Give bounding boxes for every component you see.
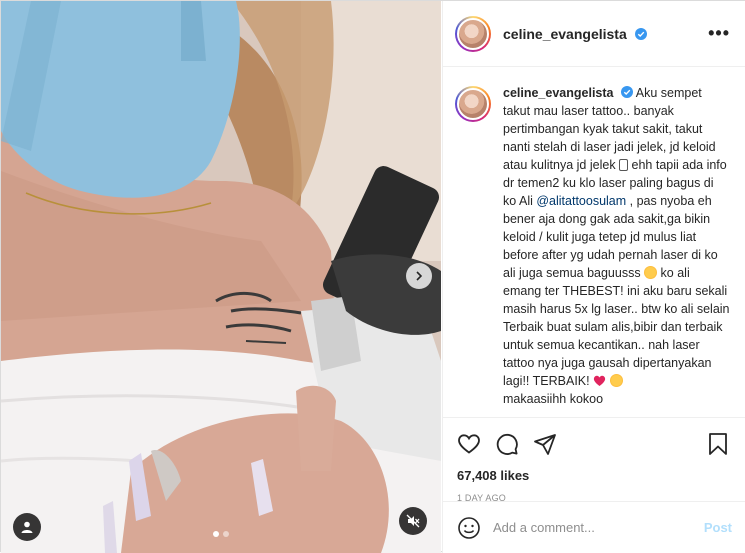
post-actions: 67,408 likes 1 DAY AGO [443,417,745,503]
header-username[interactable]: celine_evangelista [503,26,647,42]
heart-eyes-emoji-icon [644,266,658,279]
chevron-right-icon [416,271,423,281]
more-options-icon[interactable]: ••• [708,23,730,44]
verified-badge-icon [620,86,633,98]
caption-text: celine_evangelista Aku sempet takut mau … [503,84,730,408]
bookmark-icon[interactable] [706,432,730,456]
post-dialog: celine_evangelista ••• celine_evangelist… [0,0,745,553]
verified-badge-icon [634,27,647,40]
next-slide-button[interactable] [406,263,432,289]
avatar[interactable] [455,15,491,52]
caption-segment: ko ali emang ter THEBEST! ini aku baru s… [503,266,730,388]
caption-avatar[interactable] [455,86,491,122]
likes-count[interactable]: 67,408 likes [457,468,730,483]
add-comment-bar: Post [443,501,745,553]
post-side-panel: celine_evangelista ••• celine_evangelist… [442,1,745,553]
slide-dot-active [213,531,219,537]
share-icon[interactable] [533,432,557,456]
slide-indicator [1,531,441,537]
star-struck-emoji-icon [609,374,623,387]
smiley-icon[interactable] [457,516,481,540]
post-media-video[interactable] [1,1,441,553]
comment-icon[interactable] [495,432,519,456]
caption-segment: makaasiihh kokoo [503,392,604,406]
video-frame [1,1,441,553]
post-comment-button[interactable]: Post [704,520,732,535]
username-text[interactable]: celine_evangelista [503,26,627,42]
heart-icon[interactable] [457,432,481,456]
muted-speaker-icon [406,514,420,528]
mention-link[interactable]: @alitattoosulam [536,194,626,208]
post-header: celine_evangelista ••• [443,1,745,67]
caption-comment: celine_evangelista Aku sempet takut mau … [455,84,730,408]
caption-username[interactable]: celine_evangelista [503,86,613,100]
unknown-glyph-icon [619,159,629,171]
avatar-image [457,88,489,120]
action-icons-row [457,426,730,462]
comment-input[interactable] [493,520,704,535]
comments-list: celine_evangelista Aku sempet takut mau … [443,68,745,416]
slide-dot [223,531,229,537]
red-heart-emoji-icon [593,375,606,386]
avatar-image [457,17,489,50]
